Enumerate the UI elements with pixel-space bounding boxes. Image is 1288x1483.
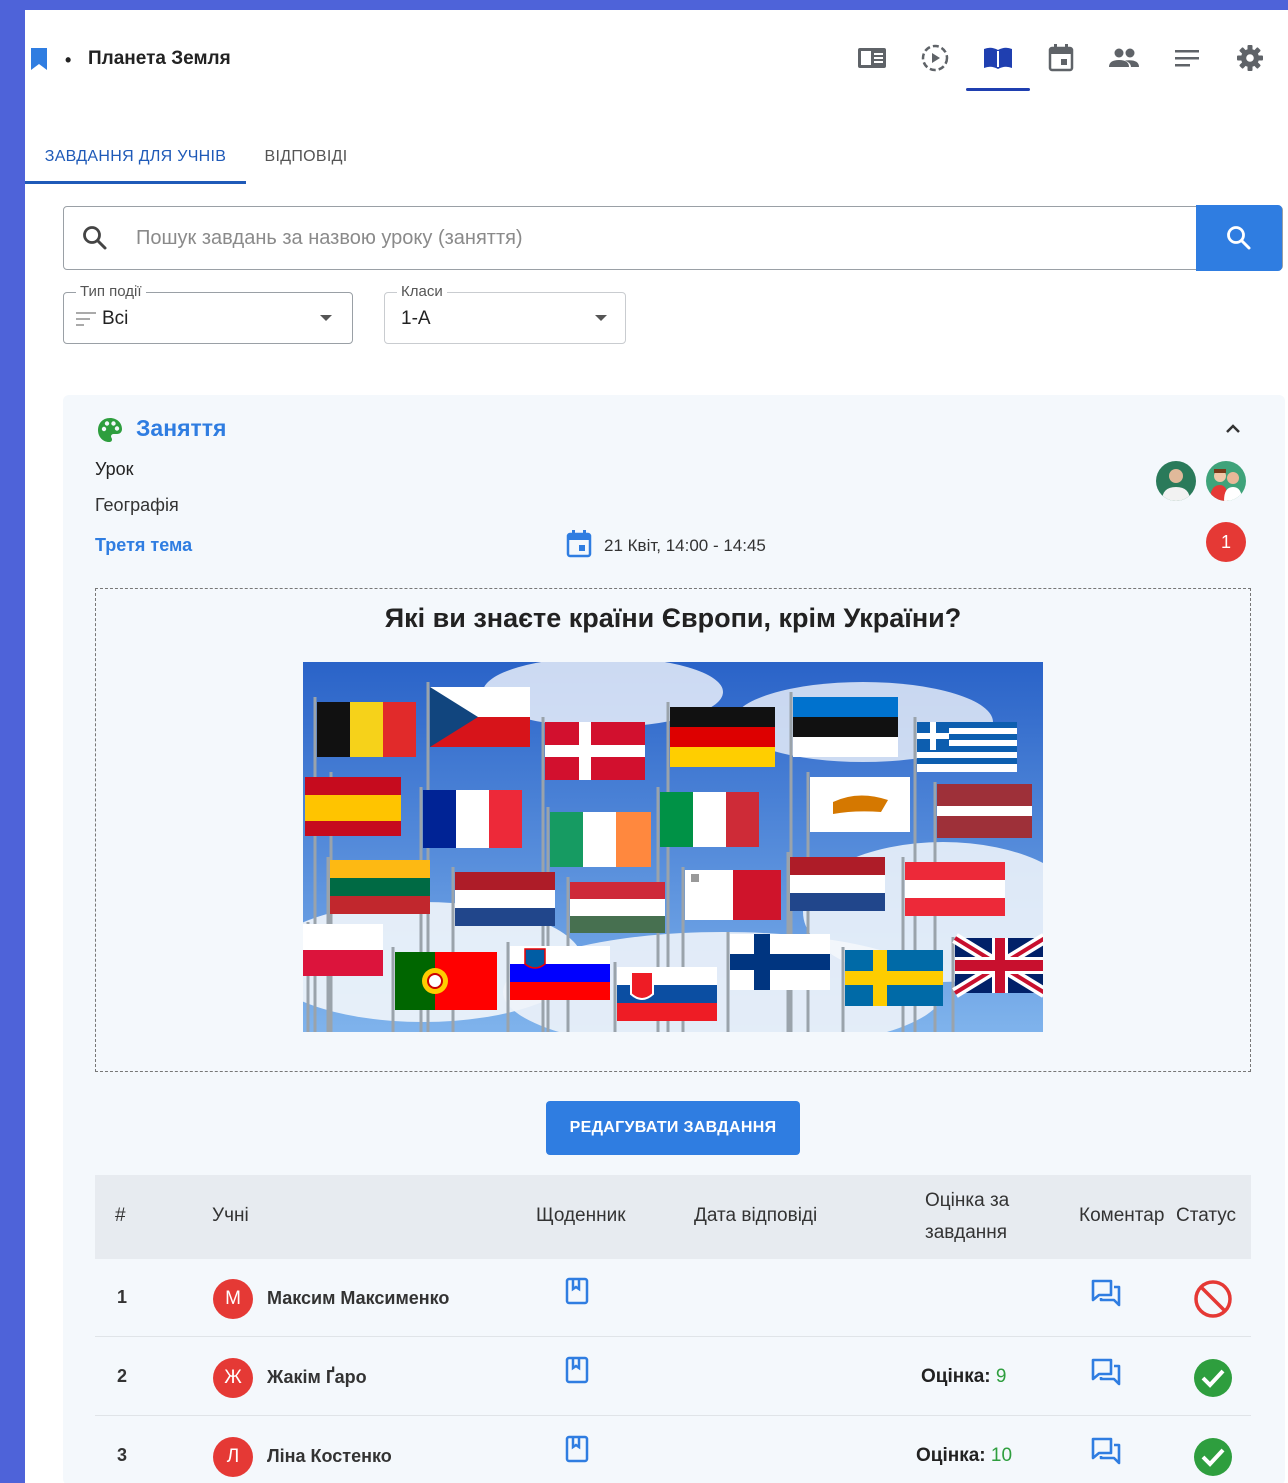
event-card: Заняття Урок Географія Третя тема 21 Кві… <box>63 395 1285 1483</box>
diary-icon[interactable] <box>565 1435 589 1463</box>
app-window: • Планета Земля ЗАВДАННЯ ДЛЯ УЧНІВ ВІДПО… <box>25 10 1288 1483</box>
edit-task-button[interactable]: РЕДАГУВАТИ ЗАВДАННЯ <box>546 1101 800 1155</box>
diary-icon[interactable] <box>565 1356 589 1384</box>
student-name: Ліна Костенко <box>267 1446 392 1466</box>
people-icon <box>1109 48 1139 67</box>
row-number: 3 <box>117 1445 128 1465</box>
row-number: 2 <box>117 1366 128 1386</box>
comment-icon[interactable] <box>1091 1279 1121 1307</box>
board-icon <box>858 48 886 68</box>
subject: Географія <box>95 495 179 515</box>
settings-button[interactable] <box>1230 38 1270 78</box>
student-avatar: Ж <box>213 1358 253 1398</box>
event-kind: Урок <box>95 459 134 479</box>
group-photo-icon <box>1206 461 1246 501</box>
comment-icon[interactable] <box>1091 1358 1121 1386</box>
task-question: Які ви знаєте країни Європи, крім Україн… <box>384 603 962 633</box>
bookmark-icon[interactable] <box>31 48 47 70</box>
table-row[interactable]: 1 М Максим Максименко <box>95 1259 1251 1337</box>
event-type-title: Заняття <box>136 415 227 441</box>
list-button[interactable] <box>1167 38 1207 78</box>
chevron-up-icon[interactable] <box>1221 417 1245 441</box>
col-diary: Щоденник <box>536 1205 626 1226</box>
palette-icon <box>98 418 122 442</box>
col-num: # <box>115 1205 126 1226</box>
grade-label: Оцінка: <box>921 1366 991 1387</box>
teacher-avatar[interactable] <box>1156 461 1196 501</box>
event-date: 21 Квіт, 14:00 - 14:45 <box>604 536 766 555</box>
class-avatar[interactable] <box>1206 461 1246 501</box>
col-grade-line1: Оцінка за <box>925 1190 1010 1211</box>
diary-icon[interactable] <box>565 1277 589 1305</box>
student-name: Максим Максименко <box>267 1288 450 1308</box>
tab-tasks[interactable]: ЗАВДАННЯ ДЛЯ УЧНІВ <box>25 130 246 184</box>
calendar-button[interactable] <box>1041 38 1081 78</box>
task-content: Які ви знаєте країни Європи, крім Україн… <box>95 588 1251 1072</box>
class-select[interactable]: Класи 1-А <box>384 283 626 344</box>
search-icon <box>83 226 107 250</box>
gear-icon <box>1237 45 1263 71</box>
filter-icon <box>76 312 96 326</box>
row-number: 1 <box>117 1287 128 1307</box>
grade-value: 10 <box>990 1445 1013 1466</box>
book-icon <box>984 47 1012 69</box>
people-button[interactable] <box>1104 38 1144 78</box>
check-circle-icon <box>1194 1438 1232 1476</box>
col-grade-line2: завдання <box>925 1222 1008 1243</box>
event-type-select[interactable]: Тип події Всі <box>63 283 353 344</box>
check-circle-icon <box>1194 1359 1232 1397</box>
header: • Планета Земля <box>25 10 1288 110</box>
topic-link[interactable]: Третя тема <box>95 535 192 556</box>
rejected-status-icon <box>1194 1280 1232 1318</box>
search-box <box>63 206 1283 270</box>
grade-label: Оцінка: <box>916 1445 986 1466</box>
grade-value: 9 <box>995 1366 1007 1387</box>
col-status: Статус <box>1176 1205 1237 1226</box>
class-label: Класи <box>397 283 447 300</box>
tasks-button[interactable] <box>978 38 1018 78</box>
separator-dot: • <box>65 50 72 70</box>
calendar-icon <box>566 530 592 558</box>
student-avatar: Л <box>213 1437 253 1477</box>
tab-answers[interactable]: ВІДПОВІДІ <box>246 130 366 184</box>
search-icon <box>1227 226 1251 250</box>
class-value: 1-А <box>401 308 431 329</box>
table-header: # Учні Щоденник Дата відповіді Оцінка за… <box>95 1175 1251 1259</box>
chevron-down-icon <box>595 315 607 321</box>
notification-badge[interactable]: 1 <box>1206 522 1246 562</box>
active-toolbar-indicator <box>966 88 1030 91</box>
search-input[interactable] <box>136 207 1186 269</box>
student-name: Жакім Ґаро <box>267 1367 367 1387</box>
person-photo-icon <box>1156 461 1196 501</box>
col-answer-date: Дата відповіді <box>694 1205 818 1226</box>
active-tab-indicator <box>25 181 246 184</box>
col-comment: Коментар <box>1079 1205 1165 1226</box>
board-button[interactable] <box>852 38 892 78</box>
europe-flags-image <box>303 662 1043 1032</box>
event-type-value: Всі <box>102 308 129 329</box>
grade: Оцінка: 9 <box>921 1366 1006 1388</box>
table-row[interactable]: 3 Л Ліна Костенко Оцінка: 10 <box>95 1417 1251 1483</box>
search-button[interactable] <box>1196 205 1282 271</box>
col-students: Учні <box>212 1205 249 1226</box>
comment-icon[interactable] <box>1091 1437 1121 1465</box>
chevron-down-icon <box>320 315 332 321</box>
event-type-label: Тип події <box>76 283 146 300</box>
student-avatar: М <box>213 1279 253 1319</box>
play-button[interactable] <box>915 38 955 78</box>
list-icon <box>1175 50 1199 67</box>
course-title: Планета Земля <box>88 48 231 69</box>
calendar-icon <box>1048 44 1074 72</box>
play-circle-icon <box>921 44 949 72</box>
table-row[interactable]: 2 Ж Жакім Ґаро Оцінка: 9 <box>95 1338 1251 1416</box>
grade: Оцінка: 10 <box>916 1445 1012 1467</box>
